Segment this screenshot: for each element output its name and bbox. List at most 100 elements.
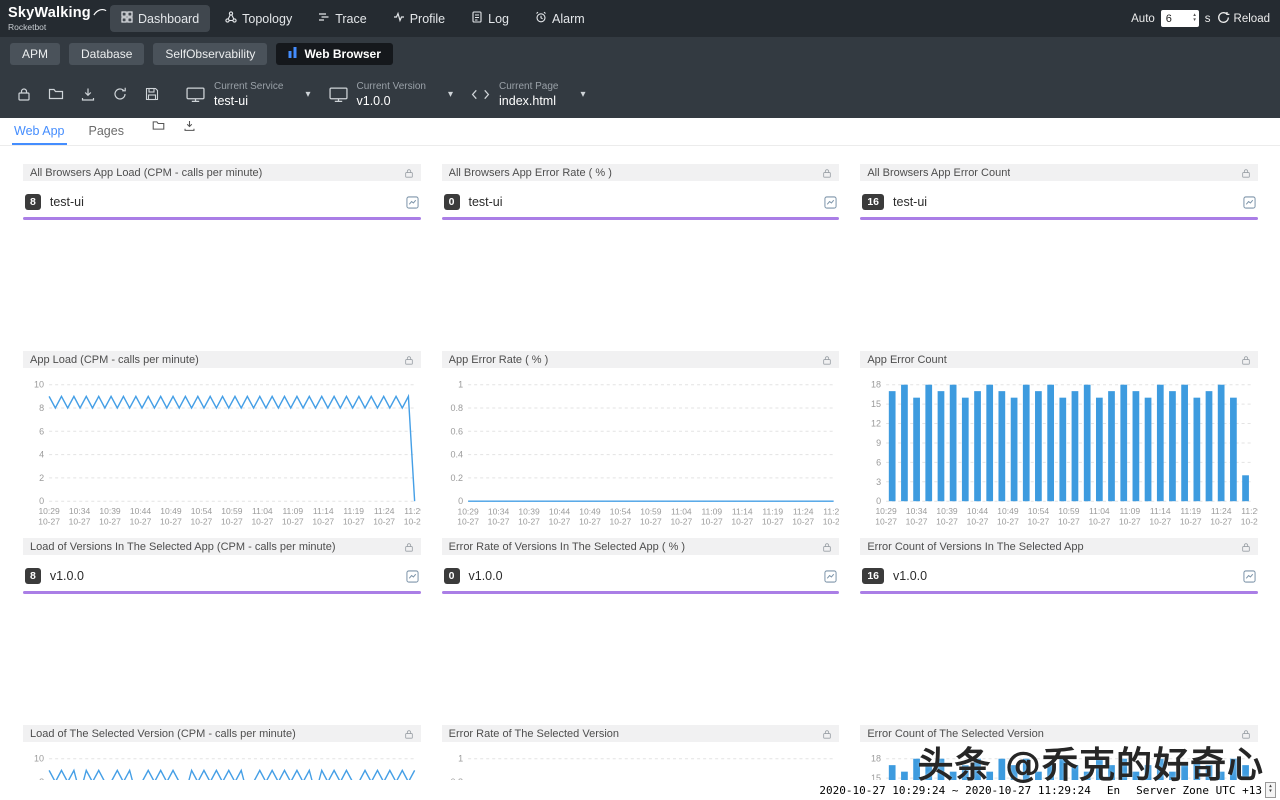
svg-text:0.8: 0.8 — [450, 403, 463, 413]
current-page-selector[interactable]: Current Page index.html ▾ — [471, 81, 586, 108]
list-item[interactable]: 16 test-ui — [860, 194, 1258, 210]
subtab-web-app[interactable]: Web App — [12, 119, 67, 145]
svg-text:10-27: 10-27 — [967, 516, 989, 526]
svg-text:10-27: 10-27 — [457, 516, 479, 526]
nav-label: Alarm — [552, 12, 585, 26]
current-version-selector[interactable]: Current Version v1.0.0 ▾ — [329, 81, 454, 108]
lock-icon[interactable] — [822, 355, 832, 365]
svg-text:11:09: 11:09 — [701, 506, 722, 516]
lock-icon[interactable] — [822, 542, 832, 552]
nav-item-alarm[interactable]: Alarm — [524, 5, 596, 32]
svg-text:10:29: 10:29 — [876, 506, 898, 516]
nav-item-profile[interactable]: Profile — [382, 5, 456, 32]
svg-text:10:34: 10:34 — [906, 506, 928, 516]
lock-icon[interactable] — [822, 729, 832, 739]
svg-text:10-27: 10-27 — [38, 516, 60, 526]
lock-icon[interactable] — [404, 355, 414, 365]
subtab-pages[interactable]: Pages — [87, 119, 126, 145]
svg-text:10-27: 10-27 — [701, 516, 723, 526]
svg-text:15: 15 — [871, 399, 881, 409]
svg-text:10-27: 10-27 — [761, 516, 783, 526]
chart-icon[interactable] — [406, 570, 419, 583]
panel-header: Load of Versions In The Selected App (CP… — [23, 538, 421, 555]
nav-item-trace[interactable]: Trace — [307, 5, 378, 32]
import-button[interactable] — [72, 77, 104, 111]
stepper-arrows-icon[interactable]: ▲▼ — [1192, 12, 1196, 22]
selector-label: Current Version — [357, 81, 426, 92]
lock-edit-button[interactable] — [8, 77, 40, 111]
chart-icon[interactable] — [1243, 196, 1256, 209]
selector-label: Current Page — [499, 81, 558, 92]
skywalking-logo[interactable]: SkyWalking Rocketbot — [8, 5, 110, 32]
template-folder-button[interactable] — [40, 77, 72, 111]
tab-database[interactable]: Database — [69, 43, 144, 65]
svg-text:10: 10 — [34, 380, 44, 390]
zone-stepper[interactable]: ▲▼ — [1265, 782, 1276, 798]
svg-text:10:54: 10:54 — [191, 506, 213, 516]
list-item[interactable]: 0 test-ui — [442, 194, 840, 210]
svg-text:10:39: 10:39 — [518, 506, 540, 516]
svg-text:10-27: 10-27 — [731, 516, 753, 526]
value-badge: 0 — [444, 194, 460, 210]
lock-icon[interactable] — [404, 542, 414, 552]
lock-icon[interactable] — [822, 168, 832, 178]
svg-text:10-27: 10-27 — [191, 516, 213, 526]
panel-title: All Browsers App Error Count — [867, 167, 1010, 179]
tab-web-browser[interactable]: Web Browser — [276, 43, 392, 65]
tab-selfobservability[interactable]: SelfObservability — [153, 43, 267, 65]
panel-title: Load of Versions In The Selected App (CP… — [30, 541, 336, 553]
lock-icon[interactable] — [1241, 168, 1251, 178]
folder-icon[interactable] — [152, 119, 165, 137]
selection-underline — [442, 591, 840, 594]
chevron-down-icon: ▾ — [448, 89, 453, 100]
reload-button[interactable]: Reload — [1217, 11, 1270, 27]
save-button[interactable] — [136, 77, 168, 111]
nav-label: Topology — [242, 12, 292, 26]
svg-text:10:59: 10:59 — [1059, 506, 1081, 516]
svg-text:10-27: 10-27 — [282, 516, 304, 526]
svg-text:11:19: 11:19 — [762, 506, 783, 516]
nav-item-log[interactable]: Log — [460, 5, 520, 32]
panel-version-error-rate: Error Rate of Versions In The Selected A… — [442, 538, 840, 725]
svg-text:10-27: 10-27 — [1211, 516, 1233, 526]
chart-icon[interactable] — [406, 196, 419, 209]
nav-items: Dashboard Topology Trace Profile Log Ala… — [110, 5, 596, 32]
tab-apm[interactable]: APM — [10, 43, 60, 65]
dashboard-grid: All Browsers App Load (CPM - calls per m… — [0, 146, 1280, 800]
chart-icon[interactable] — [824, 570, 837, 583]
nav-item-dashboard[interactable]: Dashboard — [110, 5, 210, 32]
panel-header: All Browsers App Error Count — [860, 164, 1258, 181]
svg-text:11:14: 11:14 — [732, 506, 753, 516]
svg-text:10-27: 10-27 — [251, 516, 273, 526]
svg-text:10:39: 10:39 — [99, 506, 121, 516]
app-error-count-bar-chart: 181512963010:2910-2710:3410-2710:3910-27… — [860, 374, 1258, 532]
dashboard-tabbar: APM Database SelfObservability Web Brows… — [0, 37, 1280, 70]
svg-text:10-27: 10-27 — [876, 516, 898, 526]
logo-title: SkyWalking — [8, 6, 91, 21]
profile-icon — [393, 11, 405, 26]
item-label: v1.0.0 — [893, 569, 927, 583]
lock-icon[interactable] — [404, 729, 414, 739]
alarm-icon — [535, 11, 547, 26]
export-icon[interactable] — [183, 119, 196, 137]
svg-text:0: 0 — [39, 496, 44, 506]
refresh-button[interactable] — [104, 77, 136, 111]
chart-icon[interactable] — [824, 196, 837, 209]
lock-icon[interactable] — [1241, 355, 1251, 365]
svg-text:11:19: 11:19 — [343, 506, 364, 516]
lock-icon[interactable] — [404, 168, 414, 178]
nav-item-topology[interactable]: Topology — [214, 5, 303, 32]
lock-icon[interactable] — [1241, 542, 1251, 552]
svg-text:0.6: 0.6 — [450, 426, 463, 436]
list-item[interactable]: 0 v1.0.0 — [442, 568, 840, 584]
svg-text:10-27: 10-27 — [1150, 516, 1172, 526]
svg-text:10-27: 10-27 — [160, 516, 182, 526]
chart-icon[interactable] — [1243, 570, 1256, 583]
current-service-selector[interactable]: Current Service test-ui ▾ — [186, 81, 311, 108]
reload-icon — [1217, 11, 1230, 27]
list-item[interactable]: 8 v1.0.0 — [23, 568, 421, 584]
list-item[interactable]: 8 test-ui — [23, 194, 421, 210]
panel-all-browsers-error-count: All Browsers App Error Count 16 test-ui — [860, 164, 1258, 351]
svg-text:10-27: 10-27 — [373, 516, 395, 526]
list-item[interactable]: 16 v1.0.0 — [860, 568, 1258, 584]
